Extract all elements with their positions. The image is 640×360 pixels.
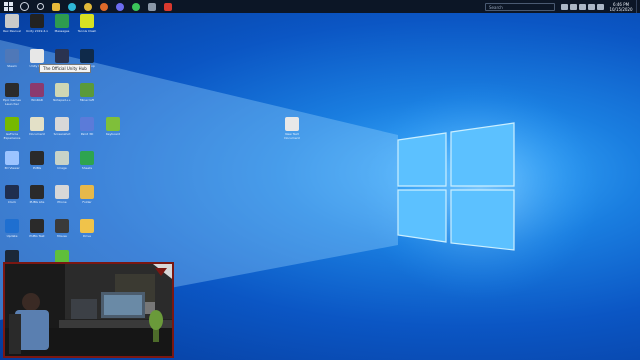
desktop-icon[interactable]: Unity 2019.4.x bbox=[25, 14, 49, 33]
notepad-icon bbox=[55, 83, 69, 97]
desktop-icon[interactable]: Minecraft bbox=[75, 83, 99, 102]
pubg-icon bbox=[30, 151, 44, 165]
desktop-icon-label: Folder bbox=[82, 200, 92, 204]
photoshop-icon bbox=[80, 49, 94, 63]
desktop-icon[interactable]: Sheets bbox=[75, 151, 99, 170]
desktop-icon[interactable]: PUBG Lite bbox=[25, 185, 49, 204]
epic-games-icon bbox=[5, 83, 19, 97]
tennis-icon bbox=[80, 14, 94, 28]
steam-desktop-icon bbox=[5, 49, 19, 63]
desktop-icon-label: Paint 3D bbox=[80, 132, 94, 136]
desktop-icon[interactable]: Drive bbox=[75, 219, 99, 238]
desktop-icon[interactable]: Paint 3D bbox=[75, 117, 99, 136]
desktop-icon[interactable]: Tennis Clash bbox=[75, 14, 99, 33]
desktop-icon-label: Notepad++ bbox=[53, 98, 71, 102]
keyboard-icon bbox=[106, 117, 120, 131]
text-file-icon bbox=[285, 117, 299, 131]
desktop-icon-label: Unity 2019.4.x bbox=[25, 29, 49, 33]
pubg2-icon bbox=[30, 185, 44, 199]
cube-icon bbox=[5, 151, 19, 165]
unity-hub-icon bbox=[30, 49, 44, 63]
mouse-icon bbox=[55, 219, 69, 233]
desktop-icon-label: Sheets bbox=[81, 166, 93, 170]
desktop-icon-label: PUBG Test bbox=[29, 234, 45, 238]
phone-icon bbox=[55, 185, 69, 199]
desktop-icon[interactable]: Image bbox=[50, 151, 74, 170]
image-icon bbox=[55, 151, 69, 165]
desktop-icon[interactable]: Rex Pascual bbox=[0, 14, 24, 33]
paint-icon bbox=[80, 117, 94, 131]
desktop-icon[interactable]: Clock bbox=[0, 185, 24, 204]
update-icon bbox=[5, 219, 19, 233]
game-icon bbox=[80, 83, 94, 97]
desktop-icon-label: New Text Document bbox=[284, 132, 300, 140]
desktop-icon-label: Rex Pascual bbox=[3, 29, 21, 33]
desktop-icon[interactable]: Update bbox=[0, 219, 24, 238]
desktop-icon-label: Screenshot bbox=[53, 132, 71, 136]
desktop-icon-label: Epic Games Launcher bbox=[3, 98, 21, 106]
desktop-icon-label: Keyboard bbox=[105, 132, 121, 136]
desktop-icon-label: Minecraft bbox=[79, 98, 95, 102]
desktop-icon-label: Mouse bbox=[57, 234, 67, 238]
desktop-icon[interactable]: Messages bbox=[50, 14, 74, 33]
desktop-icon[interactable]: Mouse bbox=[50, 219, 74, 238]
tooltip: The Official Unity Hub bbox=[39, 64, 91, 73]
desktop-icon-label: WinRAR bbox=[31, 98, 43, 102]
desktop-icon[interactable]: New Text Document bbox=[280, 117, 304, 140]
shield-icon bbox=[55, 49, 69, 63]
desktop-icon-label: Phone bbox=[57, 200, 67, 204]
desktop-icon[interactable]: PUBG bbox=[25, 151, 49, 170]
desktop-icon[interactable]: Phone bbox=[50, 185, 74, 204]
nvidia-icon bbox=[5, 117, 19, 131]
sheets-icon bbox=[80, 151, 94, 165]
user-folder-icon bbox=[5, 14, 19, 28]
desktop-icon-label: PUBG Lite bbox=[29, 200, 45, 204]
desktop-icon-label: GeForce Experience bbox=[3, 132, 21, 140]
clock-icon bbox=[5, 185, 19, 199]
desktop-icon[interactable]: Keyboard bbox=[101, 117, 125, 136]
messages-icon bbox=[55, 14, 69, 28]
folder-icon bbox=[80, 185, 94, 199]
desktop-icon[interactable]: Folder bbox=[75, 185, 99, 204]
desktop-icon[interactable]: WinRAR bbox=[25, 83, 49, 102]
desktop-icon[interactable]: 3D Viewer bbox=[0, 151, 24, 170]
desktop-icon-label: Update bbox=[6, 234, 18, 238]
desktop-icon-label: Document bbox=[29, 132, 45, 136]
desktop-icon[interactable]: Steam bbox=[0, 49, 24, 68]
desktop-icon-label: Tennis Clash bbox=[77, 29, 97, 33]
unity-icon bbox=[30, 14, 44, 28]
doc2-icon bbox=[55, 117, 69, 131]
desktop-icon[interactable]: Screenshot bbox=[50, 117, 74, 136]
winrar-icon bbox=[30, 83, 44, 97]
desktop-icon-label: 3D Viewer bbox=[4, 166, 20, 170]
drive-icon bbox=[80, 219, 94, 233]
desktop-icon-label: Drive bbox=[83, 234, 91, 238]
webcam-overlay bbox=[3, 262, 174, 358]
webcam-scene bbox=[5, 264, 172, 356]
desktop-icon-label: Clock bbox=[7, 200, 17, 204]
desktop-icon[interactable]: Epic Games Launcher bbox=[0, 83, 24, 106]
desktop-icon-label: PUBG bbox=[32, 166, 42, 170]
desktop-icon[interactable]: GeForce Experience bbox=[0, 117, 24, 140]
desktop-icon[interactable]: Notepad++ bbox=[50, 83, 74, 102]
desktop-icon[interactable]: Document bbox=[25, 117, 49, 136]
desktop-icon-label: Image bbox=[57, 166, 67, 170]
pubg3-icon bbox=[30, 219, 44, 233]
desktop-icon-label: Messages bbox=[54, 29, 70, 33]
document-icon bbox=[30, 117, 44, 131]
desktop-icon[interactable]: PUBG Test bbox=[25, 219, 49, 238]
desktop-icon-label: Steam bbox=[7, 64, 17, 68]
